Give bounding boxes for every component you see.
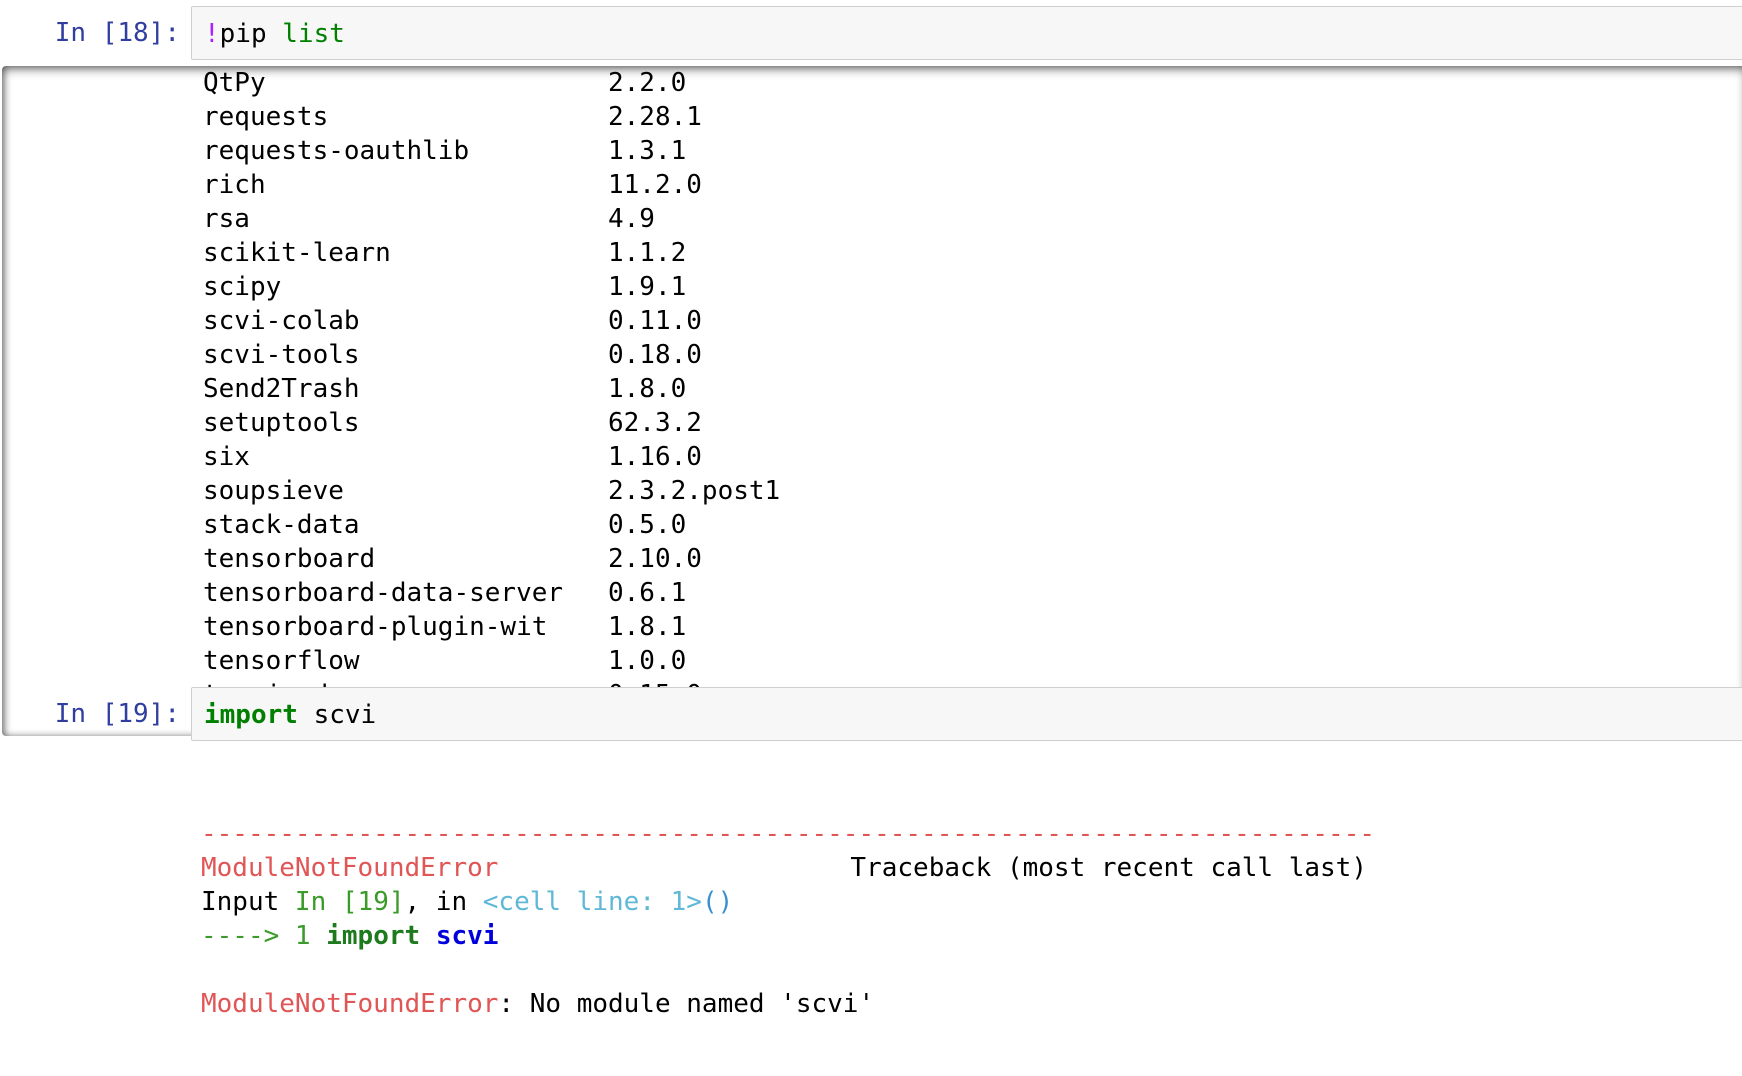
final-error-message: : No module named 'scvi' — [498, 989, 875, 1019]
package-version: 1.16.0 — [608, 442, 702, 472]
package-version: 0.6.1 — [608, 578, 687, 608]
package-row: soupsieve 2.3.2.post1 — [203, 474, 780, 508]
package-row: QtPy 2.2.0 — [203, 66, 780, 100]
package-name: scikit-learn — [203, 238, 391, 268]
package-row: Send2Trash 1.8.0 — [203, 372, 780, 406]
package-version: 1.0.0 — [608, 646, 687, 676]
package-row: tensorboard-data-server 0.6.1 — [203, 576, 780, 610]
package-row: scvi-tools 0.18.0 — [203, 338, 780, 372]
cell-parens: () — [701, 887, 734, 917]
package-name: tensorboard-plugin-wit — [203, 612, 548, 642]
package-version: 1.8.1 — [608, 612, 687, 642]
arrow-import-keyword: import — [326, 921, 421, 951]
error-type: ModuleNotFoundError — [201, 853, 499, 883]
package-name: rich — [203, 170, 266, 200]
package-name: tensorboard-data-server — [203, 578, 564, 608]
code-input-18[interactable]: !pip list — [191, 6, 1742, 60]
package-row: tensorboard 2.10.0 — [203, 542, 780, 576]
package-version: 11.2.0 — [608, 170, 702, 200]
package-name: scvi-colab — [203, 306, 360, 336]
package-row: rsa 4.9 — [203, 202, 780, 236]
package-row: setuptools 62.3.2 — [203, 406, 780, 440]
package-version: 2.2.0 — [608, 68, 687, 98]
package-version: 0.11.0 — [608, 306, 702, 336]
shell-command: pip — [219, 19, 267, 49]
package-row: rich 11.2.0 — [203, 168, 780, 202]
package-name: requests — [203, 102, 329, 132]
traceback-header-line: ModuleNotFoundError Traceback (most recen… — [201, 851, 1375, 885]
scrolled-output-area[interactable]: QtPy 2.2.0 requests 2.28.1 requests-oauthlib… — [2, 66, 1742, 736]
package-version: 2.3.2.post1 — [608, 476, 781, 506]
package-name: scvi-tools — [203, 340, 360, 370]
package-row: scvi-colab 0.11.0 — [203, 304, 780, 338]
module-name: scvi — [297, 700, 377, 730]
traceback-separator: ----------------------------------------… — [201, 819, 1375, 849]
traceback-arrow: ----> 1 — [201, 921, 327, 951]
code-line: !pip list — [204, 17, 345, 51]
package-version: 1.3.1 — [608, 136, 687, 166]
code-line: import scvi — [204, 698, 376, 732]
package-row: requests 2.28.1 — [203, 100, 780, 134]
package-list: QtPy 2.2.0 requests 2.28.1 requests-oauthlib… — [203, 66, 780, 736]
traceback-header: Traceback (most recent call last) — [850, 853, 1367, 883]
package-name: tensorboard — [203, 544, 376, 574]
package-name: rsa — [203, 204, 250, 234]
package-version: 2.28.1 — [608, 102, 702, 132]
package-name: scipy — [203, 272, 282, 302]
input-prompt-18: In [18]: — [54, 18, 180, 48]
import-keyword: import — [204, 700, 298, 730]
traceback-input-line: Input In [19], in <cell line: 1>() — [201, 885, 1375, 919]
final-error-type: ModuleNotFoundError — [201, 989, 499, 1019]
package-row: stack-data 0.5.0 — [203, 508, 780, 542]
package-version: 1.1.2 — [608, 238, 687, 268]
shell-bang: ! — [204, 19, 220, 49]
package-version: 4.9 — [608, 204, 655, 234]
package-row: tensorflow 1.0.0 — [203, 644, 780, 678]
package-name: six — [203, 442, 250, 472]
package-version: 0.18.0 — [608, 340, 702, 370]
traceback-arrow-line: ----> 1 import scvi — [201, 919, 1375, 953]
arrow-module-name: scvi — [435, 921, 499, 951]
code-input-19[interactable]: import scvi — [191, 687, 1742, 741]
traceback-blank-line — [201, 953, 1375, 987]
package-name: requests-oauthlib — [203, 136, 470, 166]
package-row: six 1.16.0 — [203, 440, 780, 474]
cell-line-ref: <cell line: 1> — [482, 887, 702, 917]
input-prompt-19: In [19]: — [54, 699, 180, 729]
package-name: stack-data — [203, 510, 360, 540]
package-row: tensorboard-plugin-wit 1.8.1 — [203, 610, 780, 644]
package-version: 1.9.1 — [608, 272, 687, 302]
traceback-final-line: ModuleNotFoundError: No module named 'sc… — [201, 987, 1375, 1021]
shell-argument: list — [282, 19, 345, 49]
input-ref: In [19] — [294, 887, 405, 917]
package-version: 62.3.2 — [608, 408, 702, 438]
package-row: scipy 1.9.1 — [203, 270, 780, 304]
input-word: Input — [201, 887, 295, 917]
package-name: setuptools — [203, 408, 360, 438]
package-version: 1.8.0 — [608, 374, 687, 404]
comma-in: , in — [404, 887, 483, 917]
traceback-output: ----------------------------------------… — [201, 819, 1375, 1041]
package-version: 0.5.0 — [608, 510, 687, 540]
package-name: Send2Trash — [203, 374, 360, 404]
package-version: 2.10.0 — [608, 544, 702, 574]
package-name: QtPy — [203, 68, 266, 98]
package-name: soupsieve — [203, 476, 344, 506]
package-row: scikit-learn 1.1.2 — [203, 236, 780, 270]
package-name: tensorflow — [203, 646, 360, 676]
package-row: requests-oauthlib 1.3.1 — [203, 134, 780, 168]
